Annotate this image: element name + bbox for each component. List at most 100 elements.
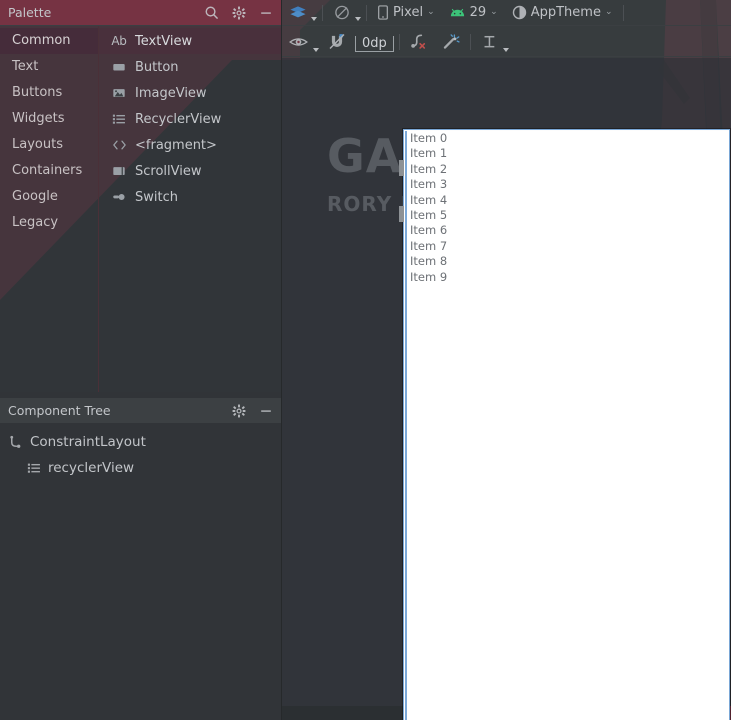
- palette-item-textview[interactable]: Ab TextView: [99, 28, 281, 54]
- device-preview-frame[interactable]: Item 0 Item 1 Item 2 Item 3 Item 4 Item …: [403, 129, 730, 720]
- palette-category-label: Text: [12, 59, 39, 74]
- palette-title: Palette: [8, 5, 52, 20]
- list-item[interactable]: Item 2: [407, 162, 729, 177]
- fragment-icon: [111, 138, 127, 152]
- palette-category-buttons[interactable]: Buttons: [0, 80, 98, 106]
- guideline-button[interactable]: [474, 27, 511, 56]
- list-item[interactable]: Item 5: [407, 208, 729, 223]
- watermark-line-1: GA: [327, 129, 403, 183]
- orientation-button[interactable]: [326, 0, 363, 25]
- list-item[interactable]: Item 7: [407, 239, 729, 254]
- list-item[interactable]: Item 0: [407, 131, 729, 146]
- eye-icon: [289, 35, 308, 49]
- view-options-button[interactable]: [282, 27, 321, 56]
- button-icon: [111, 60, 127, 74]
- tree-node-label: ConstraintLayout: [30, 434, 146, 450]
- list-item[interactable]: Item 8: [407, 254, 729, 269]
- toggle-constraints-button[interactable]: [321, 27, 353, 56]
- palette-item-button[interactable]: Button: [99, 54, 281, 80]
- constraintlayout-icon: [8, 435, 23, 450]
- magic-wand-icon: [442, 33, 460, 50]
- api-level-selector[interactable]: 29 ⌄: [442, 0, 505, 25]
- palette-item-label: ImageView: [135, 85, 207, 101]
- palette-category-text[interactable]: Text: [0, 54, 98, 80]
- palette-item-switch[interactable]: Switch: [99, 184, 281, 210]
- resize-handle-mid-left[interactable]: [399, 206, 404, 222]
- toolbar-separator: [322, 4, 323, 21]
- device-selector[interactable]: Pixel ⌄: [370, 0, 442, 25]
- magnet-off-icon: [328, 33, 346, 50]
- panel-splitter[interactable]: [281, 0, 282, 720]
- palette-item-fragment[interactable]: <fragment>: [99, 132, 281, 158]
- palette-item-label: <fragment>: [135, 137, 217, 153]
- theme-selector[interactable]: AppTheme ⌄: [505, 0, 620, 25]
- palette-panel: Palette Common Text Buttons Widgets Layo…: [0, 0, 281, 392]
- palette-item-imageview[interactable]: ImageView: [99, 80, 281, 106]
- minimize-icon[interactable]: [259, 6, 273, 20]
- resize-handle-top-left[interactable]: [399, 160, 404, 176]
- palette-category-google[interactable]: Google: [0, 184, 98, 210]
- recyclerview-preview[interactable]: Item 0 Item 1 Item 2 Item 3 Item 4 Item …: [405, 131, 729, 720]
- component-tree-title: Component Tree: [8, 403, 111, 418]
- chevron-down-icon: ⌄: [427, 7, 435, 17]
- component-tree-header: Component Tree: [0, 398, 281, 424]
- dropdown-triangle-icon: [355, 17, 361, 21]
- layers-icon: [289, 5, 307, 21]
- palette-category-label: Layouts: [12, 137, 63, 152]
- palette-item-list: Ab TextView Button ImageView RecyclerVie…: [99, 26, 281, 392]
- toolbar-separator: [622, 4, 624, 21]
- list-item[interactable]: Item 9: [407, 270, 729, 285]
- palette-item-recyclerview[interactable]: RecyclerView: [99, 106, 281, 132]
- device-selector-label: Pixel: [393, 5, 424, 20]
- textview-icon: Ab: [111, 34, 127, 48]
- palette-category-legacy[interactable]: Legacy: [0, 210, 98, 236]
- palette-item-label: Switch: [135, 189, 178, 205]
- tree-node-recyclerview[interactable]: recyclerView: [0, 455, 281, 481]
- clear-constraints-button[interactable]: [403, 27, 435, 56]
- chevron-down-icon: ⌄: [490, 7, 498, 17]
- palette-item-scrollview[interactable]: ScrollView: [99, 158, 281, 184]
- search-icon[interactable]: [204, 5, 219, 20]
- list-item[interactable]: Item 6: [407, 223, 729, 238]
- palette-category-label: Legacy: [12, 215, 59, 230]
- editor-toolbar-primary: Pixel ⌄ 29 ⌄ AppTheme ⌄: [282, 0, 731, 26]
- toolbar-separator: [366, 4, 367, 21]
- palette-category-containers[interactable]: Containers: [0, 158, 98, 184]
- api-level-label: 29: [469, 5, 487, 20]
- component-tree-nodes: ConstraintLayout recyclerView: [0, 424, 281, 481]
- component-tree-panel: Component Tree ConstraintLayout recycler…: [0, 398, 281, 720]
- list-item[interactable]: Item 4: [407, 193, 729, 208]
- recyclerview-icon: [111, 112, 127, 126]
- phone-icon: [377, 5, 389, 20]
- chevron-down-icon: ⌄: [604, 7, 613, 17]
- palette-category-widgets[interactable]: Widgets: [0, 106, 98, 132]
- toolbar-separator: [469, 33, 471, 50]
- theme-selector-label: AppTheme: [530, 5, 601, 20]
- palette-item-label: ScrollView: [135, 163, 202, 179]
- recyclerview-icon: [27, 461, 41, 475]
- gear-icon[interactable]: [232, 6, 246, 20]
- list-item[interactable]: Item 3: [407, 177, 729, 192]
- minimize-icon[interactable]: [259, 404, 273, 418]
- tree-node-constraintlayout[interactable]: ConstraintLayout: [0, 429, 281, 455]
- theme-icon: [512, 5, 527, 20]
- default-margin-field[interactable]: 0dp: [355, 36, 394, 52]
- dropdown-triangle-icon: [502, 48, 509, 52]
- dropdown-triangle-icon: [311, 17, 317, 21]
- design-surface[interactable]: GA RORY N Item 0 Item 1 Item 2 Item 3 It…: [282, 58, 731, 720]
- gear-icon[interactable]: [232, 404, 246, 418]
- palette-item-label: Button: [135, 59, 179, 75]
- palette-category-label: Common: [12, 33, 71, 48]
- palette-category-list: Common Text Buttons Widgets Layouts Cont…: [0, 26, 99, 392]
- infer-constraints-button[interactable]: [435, 27, 467, 56]
- palette-category-layouts[interactable]: Layouts: [0, 132, 98, 158]
- dropdown-triangle-icon: [313, 48, 319, 52]
- switch-icon: [111, 190, 127, 204]
- palette-category-label: Widgets: [12, 111, 65, 126]
- clear-constraints-icon: [410, 33, 428, 50]
- rotate-icon: [333, 4, 351, 21]
- palette-category-common[interactable]: Common: [0, 28, 98, 54]
- design-surface-mode-button[interactable]: [282, 0, 319, 25]
- editor-toolbar-constraints: 0dp: [282, 27, 731, 57]
- list-item[interactable]: Item 1: [407, 146, 729, 161]
